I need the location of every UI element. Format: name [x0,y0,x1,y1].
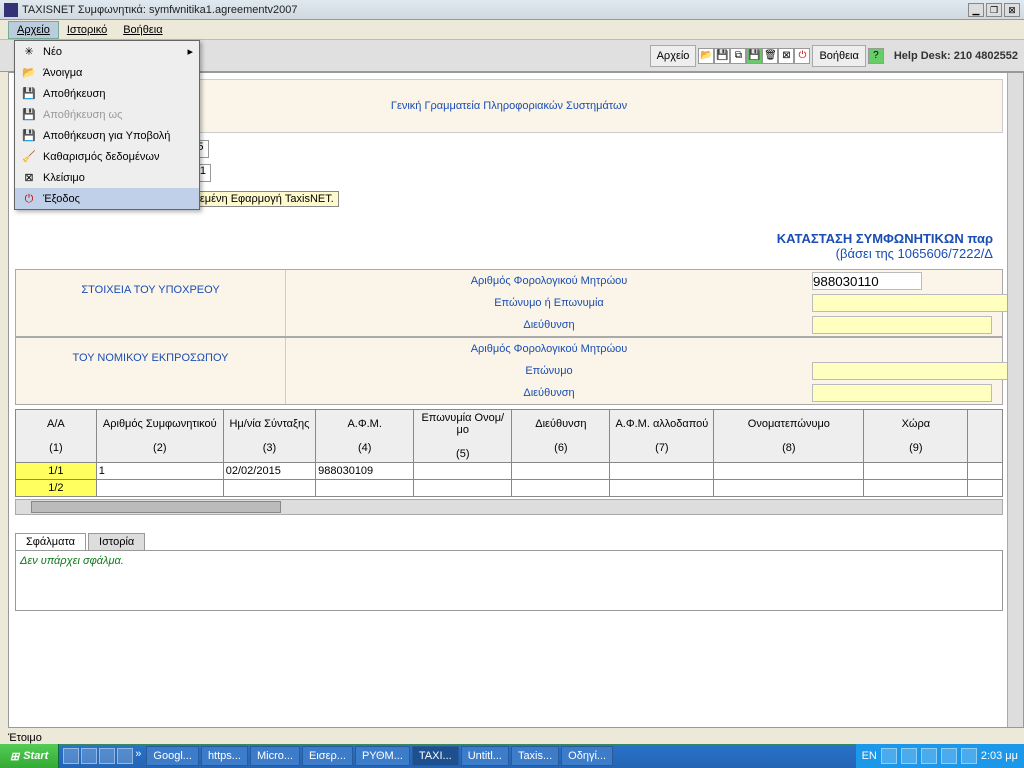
menu-file[interactable]: Αρχείο [8,21,59,39]
exit-menu-icon: ⏻ [21,191,37,207]
agreements-table: Α/Α(1) Αριθμός Συμφωνητικού(2) Ημ/νία Σύ… [15,409,1003,497]
eponymo-input[interactable] [812,294,1024,312]
task-item[interactable]: Οδηγί... [561,746,613,766]
address2-label: Διεύθυνση [286,387,812,399]
scrollbar-thumb[interactable] [31,501,281,513]
section-representative: ΤΟΥ ΝΟΜΙΚΟΥ ΕΚΠΡΟΣΩΠΟΥ [16,338,286,404]
error-message: Δεν υπάρχει σφάλμα. [15,551,1003,611]
toolbar-help-label[interactable]: Βοήθεια [812,45,865,67]
help-icon[interactable]: ? [868,48,884,64]
helpdesk-label: Help Desk: 210 4802552 [894,50,1018,62]
copy-icon[interactable]: ⧉ [730,48,746,64]
horizontal-scrollbar[interactable] [15,499,1003,515]
minimize-button[interactable]: ▁ [968,3,984,17]
tray-icon[interactable] [921,748,937,764]
doc-title-1: ΚΑΤΑΣΤΑΣΗ ΣΥΜΦΩΝΗΤΙΚΩΝ παρ [15,231,1003,246]
exit-icon[interactable]: ⏻ [794,48,810,64]
quicklaunch-icon[interactable] [81,748,97,764]
start-button[interactable]: ⊞ Start [0,744,59,768]
table-header-row: Α/Α(1) Αριθμός Συμφωνητικού(2) Ημ/νία Σύ… [16,410,1003,463]
eponymo-label: Επώνυμο ή Επωνυμία [286,297,812,309]
tab-history[interactable]: Ιστορία [88,533,145,550]
address-input[interactable] [812,316,992,334]
save-menu-icon: 💾 [21,86,37,102]
close-button[interactable]: ⊠ [1004,3,1020,17]
submenu-arrow-icon: ▸ [187,45,193,58]
afm-input[interactable] [812,272,922,290]
menu-open[interactable]: 📂Άνοιγμα [15,62,199,83]
task-item[interactable]: Taxis... [511,746,559,766]
menu-exit[interactable]: ⏻Έξοδος [15,188,199,209]
tab-errors[interactable]: Σφάλματα [15,533,86,550]
task-item[interactable]: ΡΥΘΜ... [355,746,410,766]
menu-new[interactable]: ✳Νέο▸ [15,41,199,62]
taskbar: ⊞ Start » Googl... https... Micro... Εισ… [0,744,1024,768]
clear-menu-icon: 🧹 [21,149,37,165]
menu-save-as: 💾Αποθήκευση ως [15,104,199,125]
address2-input[interactable] [812,384,992,402]
menu-save-submit[interactable]: 💾Αποθήκευση για Υποβολή [15,125,199,146]
menu-close[interactable]: ⊠Κλείσιμο [15,167,199,188]
menu-help[interactable]: Βοήθεια [115,22,170,38]
save-submit-menu-icon: 💾 [21,128,37,144]
task-item[interactable]: Micro... [250,746,300,766]
tray-icon[interactable] [961,748,977,764]
open-icon[interactable]: 📂 [698,48,714,64]
language-indicator[interactable]: EN [862,750,877,762]
save-icon[interactable]: 💾 [714,48,730,64]
task-item[interactable]: Εισερ... [302,746,353,766]
task-item[interactable]: https... [201,746,248,766]
file-menu-dropdown: ✳Νέο▸ 📂Άνοιγμα 💾Αποθήκευση 💾Αποθήκευση ω… [14,40,200,210]
close-menu-icon: ⊠ [21,170,37,186]
menu-save[interactable]: 💾Αποθήκευση [15,83,199,104]
quicklaunch-expand-icon[interactable]: » [135,748,141,764]
save-submit-icon[interactable]: 💾 [746,48,762,64]
quicklaunch-icon[interactable] [63,748,79,764]
eponymo2-input[interactable] [812,362,1024,380]
vertical-scrollbar[interactable] [1007,73,1023,727]
task-item[interactable]: Untitl... [461,746,509,766]
task-item[interactable]: TAXI... [412,746,459,766]
app-icon [4,3,18,17]
quicklaunch-icon[interactable] [99,748,115,764]
task-item[interactable]: Googl... [146,746,199,766]
new-icon: ✳ [21,44,37,60]
doc-title-2: (βάσει της 1065606/7222/Δ [15,246,1003,261]
open-menu-icon: 📂 [21,65,37,81]
address-label: Διεύθυνση [286,319,812,331]
close-doc-icon[interactable]: ⊠ [778,48,794,64]
tray-icon[interactable] [881,748,897,764]
delete-icon[interactable]: 🗑 [762,48,778,64]
clock[interactable]: 2:03 μμ [981,750,1018,762]
tray-icon[interactable] [941,748,957,764]
status-bar: Έτοιμο [8,732,42,744]
saveas-menu-icon: 💾 [21,107,37,123]
section-obligor: ΣΤΟΙΧΕΙΑ ΤΟΥ ΥΠΟΧΡΕΟΥ [16,270,286,336]
tray-icon[interactable] [901,748,917,764]
maximize-button[interactable]: ❐ [986,3,1002,17]
table-row[interactable]: 1/2 [16,480,1003,497]
menu-history[interactable]: Ιστορικό [59,22,115,38]
eponymo2-label: Επώνυμο [286,365,812,377]
afm2-label: Αριθμός Φορολογικού Μητρώου [286,343,812,355]
afm-label: Αριθμός Φορολογικού Μητρώου [286,275,812,287]
windows-icon: ⊞ [10,750,19,763]
window-title: TAXISNET Συμφωνητικά: symfwnitika1.agree… [22,4,968,16]
menu-clear[interactable]: 🧹Καθαρισμός δεδομένων [15,146,199,167]
table-row[interactable]: 1/1 1 02/02/2015 988030109 [16,463,1003,480]
toolbar-file-label[interactable]: Αρχείο [650,45,697,67]
quicklaunch-icon[interactable] [117,748,133,764]
